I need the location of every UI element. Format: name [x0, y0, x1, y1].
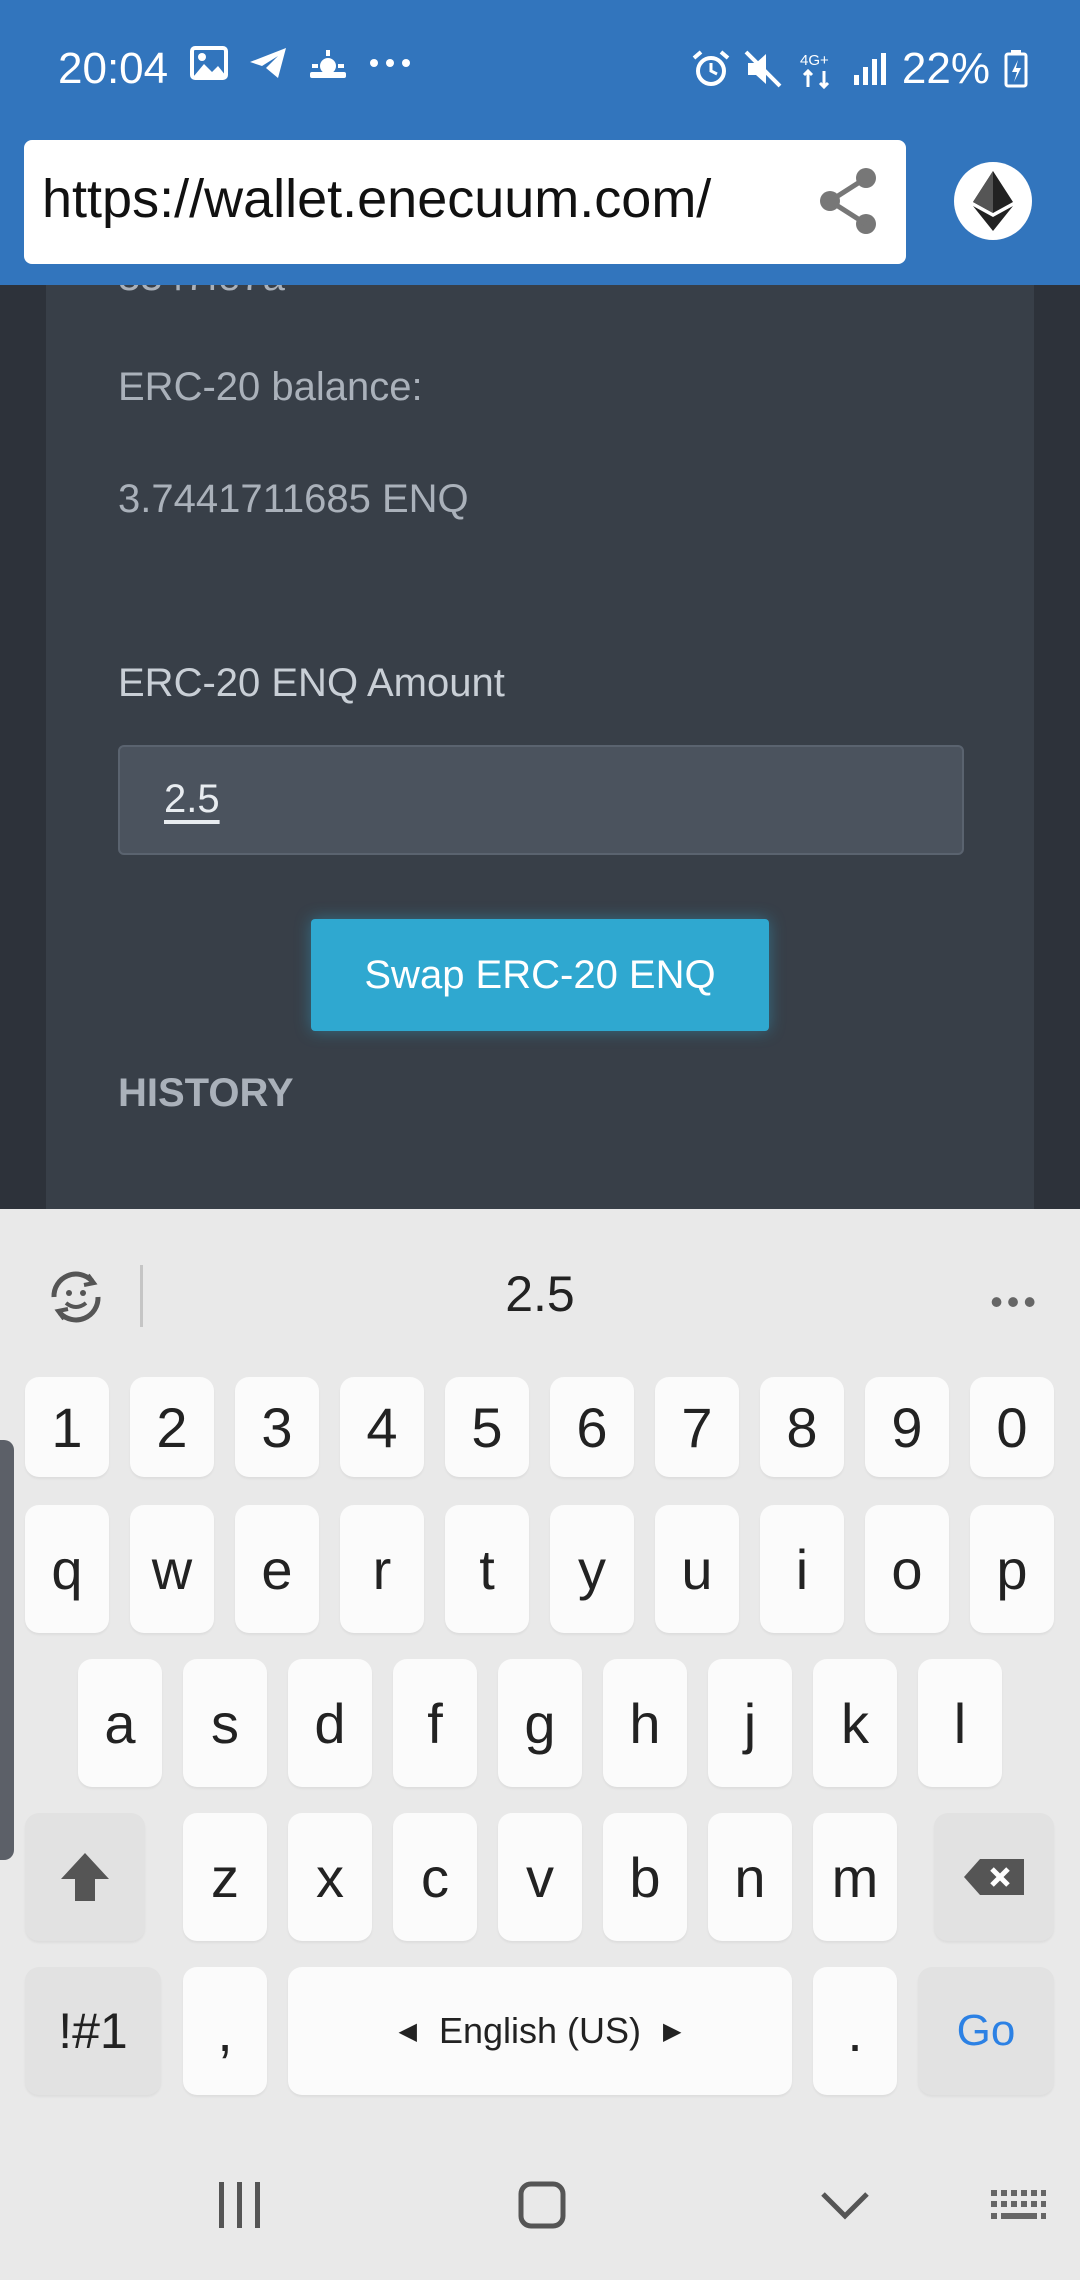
- keyboard-icon: [991, 2190, 1046, 2219]
- telegram-icon: [250, 48, 286, 78]
- key-o[interactable]: o: [865, 1505, 949, 1633]
- key-a[interactable]: a: [78, 1659, 162, 1787]
- shift-arrow-icon: [61, 1853, 109, 1901]
- key-q[interactable]: q: [25, 1505, 109, 1633]
- ethereum-icon: [973, 171, 1013, 231]
- home-button[interactable]: [500, 2180, 584, 2230]
- key-f[interactable]: f: [393, 1659, 477, 1787]
- key-8[interactable]: 8: [760, 1377, 844, 1477]
- key-e[interactable]: e: [235, 1505, 319, 1633]
- key-u[interactable]: u: [655, 1505, 739, 1633]
- comma-key[interactable]: ,: [183, 1967, 267, 2095]
- key-k[interactable]: k: [813, 1659, 897, 1787]
- swap-button[interactable]: Swap ERC-20 ENQ: [311, 919, 769, 1031]
- go-key[interactable]: Go: [918, 1967, 1054, 2095]
- key-7[interactable]: 7: [655, 1377, 739, 1477]
- wallet-card: 3347fe7a ERC-20 balance: 3.7441711685 EN…: [46, 285, 1034, 1209]
- key-4[interactable]: 4: [340, 1377, 424, 1477]
- amount-label: ERC-20 ENQ Amount: [118, 661, 505, 705]
- signal-icon: [853, 53, 886, 85]
- amount-input-value[interactable]: 2.5: [164, 777, 220, 822]
- key-g[interactable]: g: [498, 1659, 582, 1787]
- key-m[interactable]: m: [813, 1813, 897, 1941]
- image-icon: [190, 46, 228, 80]
- key-s[interactable]: s: [183, 1659, 267, 1787]
- alarm-icon: [692, 50, 730, 86]
- key-6[interactable]: 6: [550, 1377, 634, 1477]
- key-y[interactable]: y: [550, 1505, 634, 1633]
- keyboard: 2.5 ••• 1 2 3 4 5 6 7 8 9 0 q w e r t y …: [0, 1209, 1080, 2280]
- symbols-key[interactable]: !#1: [25, 1967, 161, 2095]
- key-d[interactable]: d: [288, 1659, 372, 1787]
- svg-text:4G+: 4G+: [800, 52, 829, 69]
- key-r[interactable]: r: [340, 1505, 424, 1633]
- status-time: 20:04: [58, 44, 169, 93]
- recents-icon: [219, 2182, 260, 2228]
- backspace-key[interactable]: [934, 1813, 1054, 1941]
- status-notification-icons: [190, 46, 412, 80]
- chevron-down-icon: [821, 2192, 869, 2220]
- keyboard-switch-button[interactable]: [975, 2180, 1061, 2230]
- key-2[interactable]: 2: [130, 1377, 214, 1477]
- url-text[interactable]: https://wallet.enecuum.com/: [42, 168, 711, 230]
- key-3[interactable]: 3: [235, 1377, 319, 1477]
- browser-toolbar: https://wallet.enecuum.com/: [0, 140, 1080, 285]
- battery-icon: [1004, 50, 1028, 88]
- language-prev-icon: ◀: [398, 2017, 417, 2045]
- edge-panel-handle[interactable]: [0, 1440, 14, 1860]
- key-c[interactable]: c: [393, 1813, 477, 1941]
- key-0[interactable]: 0: [970, 1377, 1054, 1477]
- address-fragment: 3347fe7a: [118, 285, 285, 300]
- space-language-label: English (US): [438, 2010, 642, 2051]
- history-heading: HISTORY: [118, 1071, 294, 1115]
- weather-icon: [310, 50, 346, 78]
- backspace-icon: [964, 1859, 1024, 1895]
- keyboard-toolbar: 2.5 •••: [0, 1209, 1080, 1369]
- ethereum-extension-button[interactable]: [954, 162, 1032, 240]
- key-w[interactable]: w: [130, 1505, 214, 1633]
- space-key[interactable]: ◀ English (US) ▶: [288, 1967, 792, 2095]
- share-icon[interactable]: [812, 164, 886, 238]
- key-v[interactable]: v: [498, 1813, 582, 1941]
- key-5[interactable]: 5: [445, 1377, 529, 1477]
- period-key[interactable]: .: [813, 1967, 897, 2095]
- address-bar[interactable]: https://wallet.enecuum.com/: [24, 140, 906, 264]
- battery-percent: 22%: [901, 44, 990, 93]
- key-p[interactable]: p: [970, 1505, 1054, 1633]
- key-h[interactable]: h: [603, 1659, 687, 1787]
- web-content: 3347fe7a ERC-20 balance: 3.7441711685 EN…: [0, 285, 1080, 1209]
- key-z[interactable]: z: [183, 1813, 267, 1941]
- key-1[interactable]: 1: [25, 1377, 109, 1477]
- status-bar: 20:04 4G+ 22%: [0, 0, 1080, 140]
- language-next-icon: ▶: [663, 2017, 682, 2045]
- status-system-icons: 4G+ 22%: [692, 44, 1028, 94]
- key-b[interactable]: b: [603, 1813, 687, 1941]
- hide-keyboard-button[interactable]: [800, 2180, 890, 2230]
- more-dots-icon: [370, 59, 410, 67]
- recents-button[interactable]: [200, 2180, 280, 2230]
- key-n[interactable]: n: [708, 1813, 792, 1941]
- 4g-icon: 4G+: [800, 52, 829, 89]
- key-t[interactable]: t: [445, 1505, 529, 1633]
- key-9[interactable]: 9: [865, 1377, 949, 1477]
- system-nav-bar: [0, 2130, 1080, 2280]
- shift-key[interactable]: [25, 1813, 145, 1941]
- more-options-icon[interactable]: •••: [990, 1281, 1040, 1323]
- home-icon: [518, 2181, 566, 2229]
- key-j[interactable]: j: [708, 1659, 792, 1787]
- key-i[interactable]: i: [760, 1505, 844, 1633]
- key-l[interactable]: l: [918, 1659, 1002, 1787]
- amount-input[interactable]: 2.5: [118, 745, 964, 855]
- key-x[interactable]: x: [288, 1813, 372, 1941]
- mute-icon: [744, 50, 782, 88]
- balance-label: ERC-20 balance:: [118, 365, 423, 409]
- suggestion-text[interactable]: 2.5: [0, 1265, 1080, 1323]
- balance-value: 3.7441711685 ENQ: [118, 477, 469, 521]
